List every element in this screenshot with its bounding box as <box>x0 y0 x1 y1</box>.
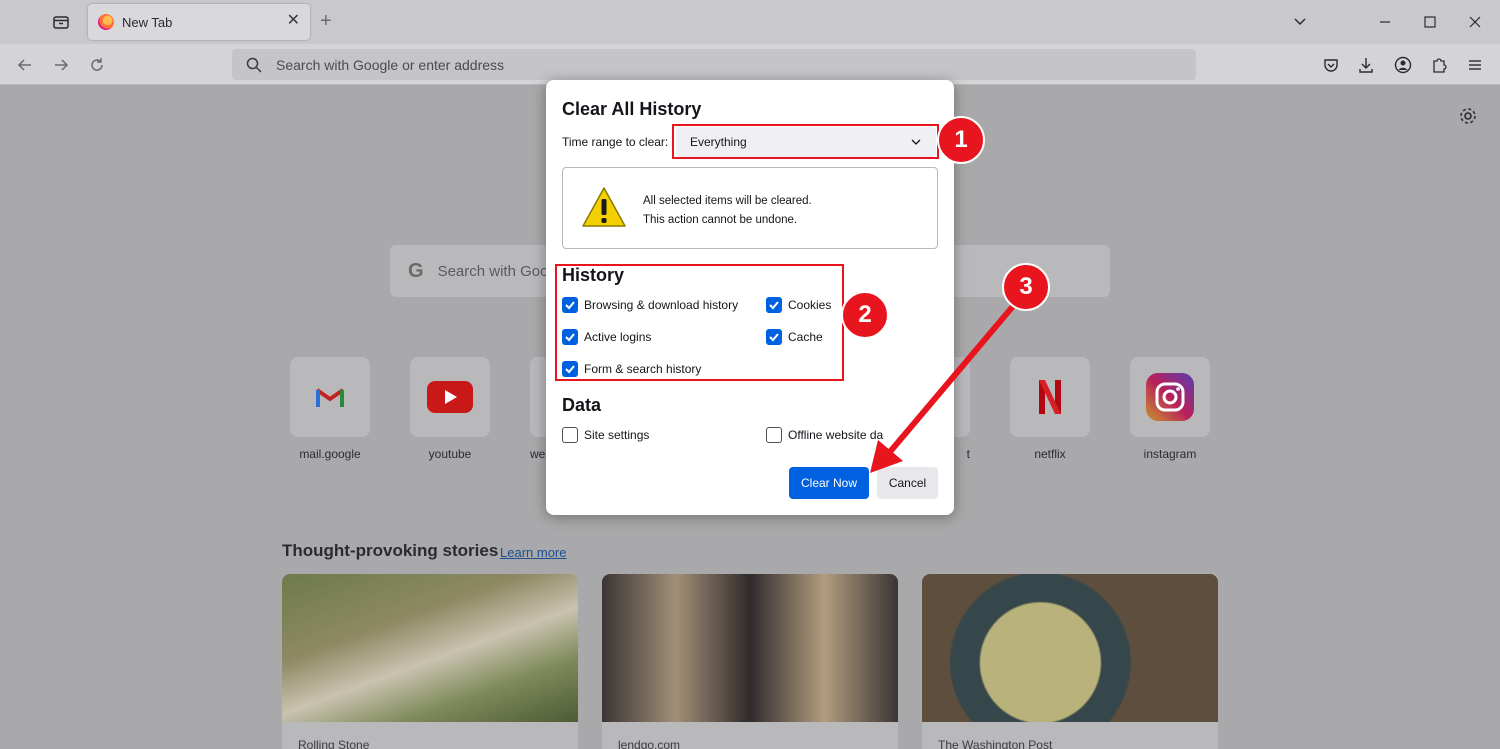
shortcut-tile <box>1130 357 1210 437</box>
learn-more-link[interactable]: Learn more <box>500 545 566 560</box>
story-card[interactable]: lendgo.com <box>602 574 898 749</box>
shortcut-netflix[interactable]: netflix <box>1010 357 1090 461</box>
shortcut-tile <box>1010 357 1090 437</box>
warning-box: All selected items will be cleared. This… <box>562 167 938 249</box>
tab-list-icon <box>53 16 69 29</box>
account-button[interactable] <box>1392 54 1414 76</box>
story-image <box>922 574 1218 722</box>
hamburger-icon <box>1469 60 1481 70</box>
story-card[interactable]: The Washington Post <box>922 574 1218 749</box>
close-icon <box>1469 16 1481 28</box>
shortcut-label: mail.google <box>299 447 361 461</box>
warning-text: All selected items will be cleared. This… <box>643 192 812 230</box>
shortcut-label: youtube <box>428 447 472 461</box>
netflix-icon <box>1039 380 1061 414</box>
warning-icon <box>582 187 626 227</box>
maximize-icon <box>1424 16 1436 28</box>
google-icon: G <box>408 259 424 282</box>
instagram-icon <box>1146 373 1194 421</box>
maximize-button[interactable] <box>1420 12 1440 32</box>
forward-button[interactable] <box>50 54 72 76</box>
checkbox-unchecked[interactable] <box>766 427 782 443</box>
shortcut-tile <box>410 357 490 437</box>
menu-button[interactable] <box>1464 54 1486 76</box>
story-source: Rolling Stone <box>298 738 370 749</box>
arrow-left-icon <box>17 59 31 71</box>
checkbox-unchecked[interactable] <box>562 427 578 443</box>
back-button[interactable] <box>14 54 36 76</box>
account-icon <box>1394 56 1412 74</box>
youtube-icon <box>427 381 473 413</box>
story-image <box>282 574 578 722</box>
tab-list-button[interactable] <box>44 8 78 36</box>
firefox-icon <box>98 14 114 30</box>
annotation-badge-1: 1 <box>937 116 985 164</box>
time-range-label: Time range to clear: <box>562 135 669 149</box>
story-card[interactable]: Rolling Stone <box>282 574 578 749</box>
nav-bar: Search with Google or enter address <box>0 44 1500 85</box>
minimize-icon <box>1380 21 1390 23</box>
search-placeholder: Search with Goo <box>437 262 549 280</box>
address-bar[interactable]: Search with Google or enter address <box>232 49 1196 80</box>
shortcut-tile <box>290 357 370 437</box>
extensions-button[interactable] <box>1428 54 1450 76</box>
minimize-button[interactable] <box>1375 12 1395 32</box>
chevron-down-icon <box>1294 18 1306 26</box>
address-placeholder: Search with Google or enter address <box>276 56 505 73</box>
story-image <box>602 574 898 722</box>
downloads-button[interactable] <box>1355 54 1377 76</box>
reload-icon <box>91 58 103 71</box>
arrow-right-icon <box>55 59 69 71</box>
data-heading: Data <box>562 395 602 415</box>
warning-line2: This action cannot be undone. <box>643 214 798 226</box>
tab-new-tab[interactable]: New Tab ✕ <box>88 4 310 40</box>
gmail-icon <box>315 388 345 407</box>
checkbox-label: Site settings <box>584 428 650 442</box>
pocket-icon <box>1324 59 1338 72</box>
stories-heading: Thought-provoking stories <box>282 541 499 560</box>
warning-line1: All selected items will be cleared. <box>643 195 812 207</box>
download-icon <box>1359 58 1373 73</box>
annotation-box-history <box>555 264 844 381</box>
story-source: The Washington Post <box>938 738 1053 749</box>
checkbox-site-settings[interactable]: Site settings <box>562 427 649 443</box>
shortcut-label: instagram <box>1143 447 1197 461</box>
shortcut-label: netflix <box>1034 447 1066 461</box>
annotation-badge-3: 3 <box>1002 263 1050 311</box>
shortcut-instagram[interactable]: instagram <box>1130 357 1210 461</box>
clear-now-button[interactable]: Clear Now <box>789 467 869 499</box>
story-source: lendgo.com <box>618 738 681 749</box>
gear-icon[interactable] <box>1458 106 1478 126</box>
search-icon <box>246 57 262 73</box>
tab-close-icon[interactable]: ✕ <box>287 13 300 29</box>
shortcut-youtube[interactable]: youtube <box>410 357 490 461</box>
annotation-badge-2: 2 <box>841 291 889 339</box>
tab-bar: New Tab ✕ + <box>0 0 1500 44</box>
pocket-button[interactable] <box>1320 54 1342 76</box>
annotation-box-time-range <box>672 124 939 159</box>
reload-button[interactable] <box>86 54 108 76</box>
puzzle-icon <box>1433 58 1447 73</box>
dialog-title: Clear All History <box>562 99 702 119</box>
list-all-tabs-button[interactable] <box>1290 12 1310 32</box>
new-tab-button[interactable]: + <box>320 11 332 31</box>
close-window-button[interactable] <box>1465 12 1485 32</box>
cancel-button[interactable]: Cancel <box>877 467 938 499</box>
tab-title: New Tab <box>122 14 173 30</box>
checkbox-label: Offline website da <box>788 428 884 442</box>
checkbox-offline-website-data[interactable]: Offline website da <box>766 427 883 443</box>
shortcut-mail-google[interactable]: mail.google <box>290 357 370 461</box>
